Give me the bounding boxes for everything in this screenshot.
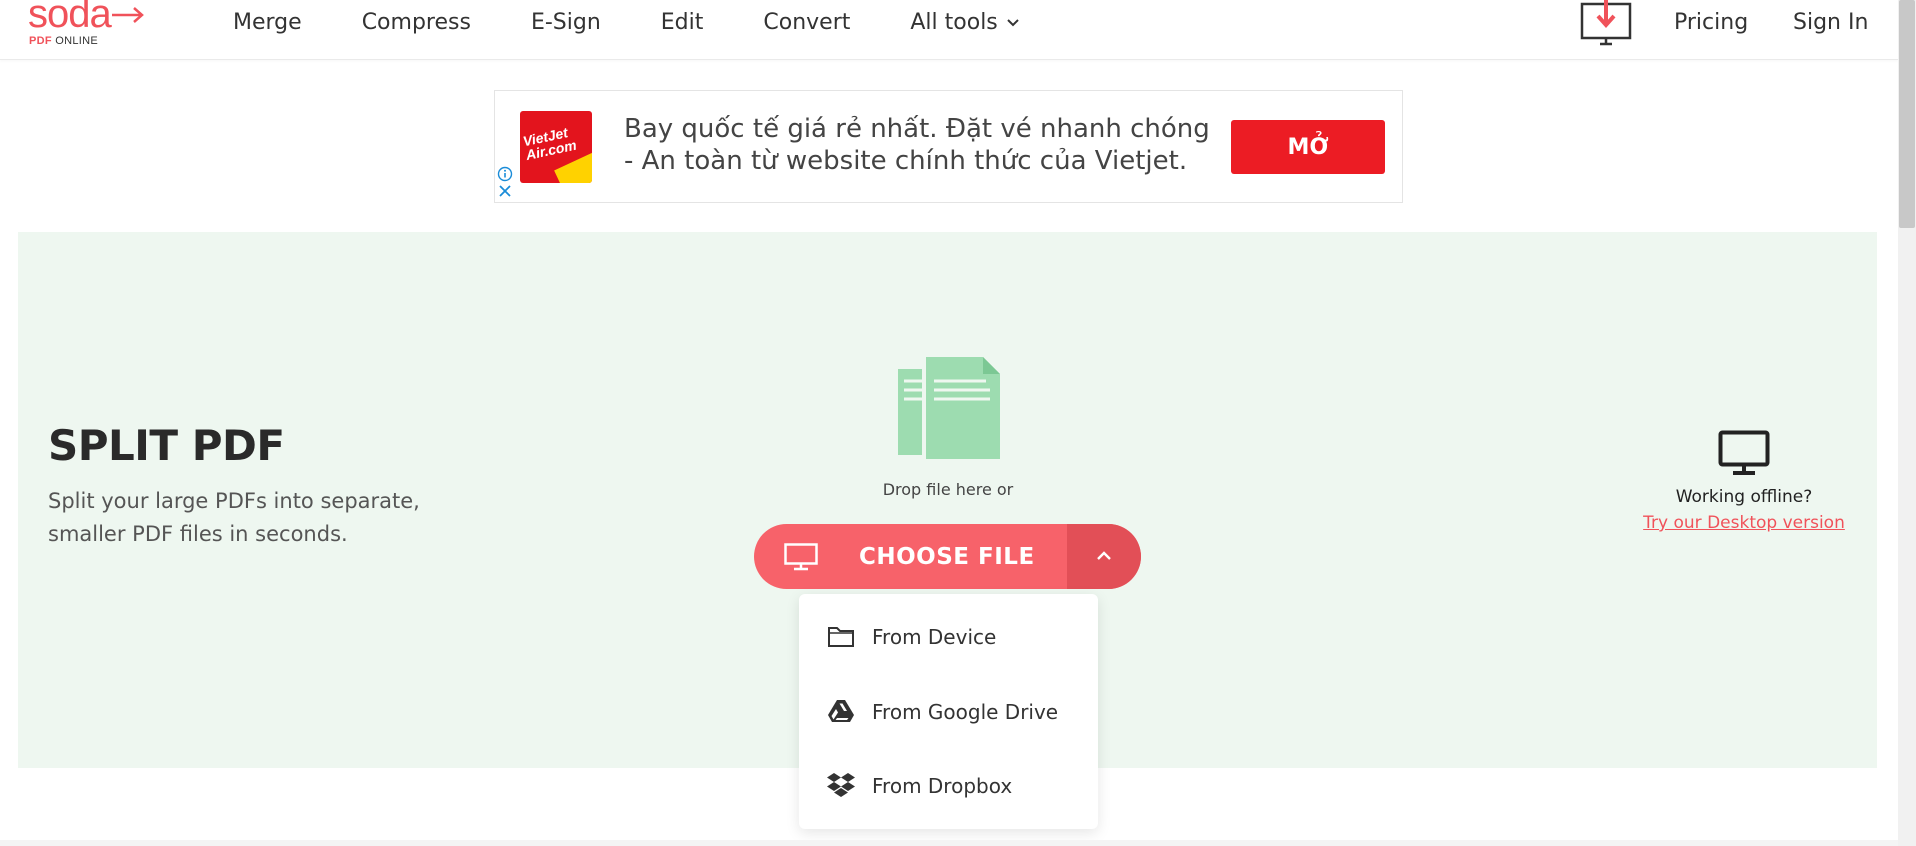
- desktop-download-icon[interactable]: [1580, 0, 1632, 48]
- pricing-link[interactable]: Pricing: [1674, 8, 1748, 38]
- choose-file-button[interactable]: CHOOSE FILE: [754, 524, 1141, 589]
- nav-esign[interactable]: E-Sign: [531, 8, 601, 38]
- google-drive-icon: [828, 700, 854, 722]
- nav-all-tools[interactable]: All tools: [910, 8, 1019, 38]
- menu-item-label: From Dropbox: [872, 774, 1013, 798]
- choose-file-label: CHOOSE FILE: [859, 544, 1035, 570]
- working-offline-text: Working offline?: [1675, 487, 1813, 507]
- monitor-icon: [784, 543, 818, 571]
- logo-word: soda: [28, 0, 112, 36]
- menu-item-label: From Device: [872, 625, 997, 649]
- ad-info-icon[interactable]: [497, 166, 513, 182]
- nav-merge[interactable]: Merge: [233, 8, 302, 38]
- ad-close-icon[interactable]: [497, 183, 513, 199]
- nav-edit[interactable]: Edit: [661, 8, 704, 38]
- main-nav: Merge Compress E-Sign Edit Convert All t…: [233, 8, 1080, 38]
- sign-in-link[interactable]: Sign In: [1793, 8, 1868, 38]
- menu-item-label: From Google Drive: [872, 700, 1059, 724]
- nav-convert[interactable]: Convert: [763, 8, 850, 38]
- soda-pdf-logo[interactable]: soda PDF ONLINE: [28, 0, 158, 54]
- top-header: soda PDF ONLINE Merge Compress E-Sign Ed…: [0, 0, 1898, 60]
- desktop-version-link[interactable]: Try our Desktop version: [1629, 513, 1859, 533]
- ad-text: Bay quốc tế giá rẻ nhất. Đặt vé nhanh ch…: [624, 114, 1210, 176]
- ad-open-button[interactable]: MỞ: [1231, 120, 1385, 174]
- logo-subtitle: PDF ONLINE: [29, 35, 99, 47]
- choose-file-main[interactable]: CHOOSE FILE: [754, 524, 1067, 589]
- chevron-up-icon: [1097, 551, 1111, 560]
- page-title: SPLIT PDF: [48, 421, 285, 470]
- menu-item-from-google-drive[interactable]: From Google Drive: [799, 683, 1098, 739]
- split-file-icon: [898, 357, 1000, 459]
- vietjet-logo: VietJet Air.com: [520, 111, 592, 183]
- desktop-monitor-icon: [1718, 430, 1770, 475]
- scrollbar-thumb[interactable]: [1899, 0, 1915, 228]
- advertisement-banner[interactable]: VietJet Air.com Bay quốc tế giá rẻ nhất. …: [494, 90, 1403, 203]
- upload-source-menu: From Device From Google Drive From Dropb…: [799, 594, 1098, 829]
- page-bottom-divider: [0, 840, 1898, 846]
- nav-all-tools-label: All tools: [910, 10, 998, 35]
- dropbox-icon: [827, 773, 855, 797]
- upload-options-toggle[interactable]: [1067, 524, 1141, 589]
- nav-compress[interactable]: Compress: [362, 8, 471, 38]
- folder-icon: [828, 627, 854, 647]
- chevron-down-icon: [1007, 19, 1019, 27]
- page-description: Split your large PDFs into separate, sma…: [48, 489, 420, 546]
- menu-item-from-dropbox[interactable]: From Dropbox: [799, 757, 1098, 813]
- drop-file-hint: Drop file here or: [882, 480, 1014, 499]
- logo-arrow-icon: [112, 7, 144, 23]
- menu-item-from-device[interactable]: From Device: [799, 608, 1098, 664]
